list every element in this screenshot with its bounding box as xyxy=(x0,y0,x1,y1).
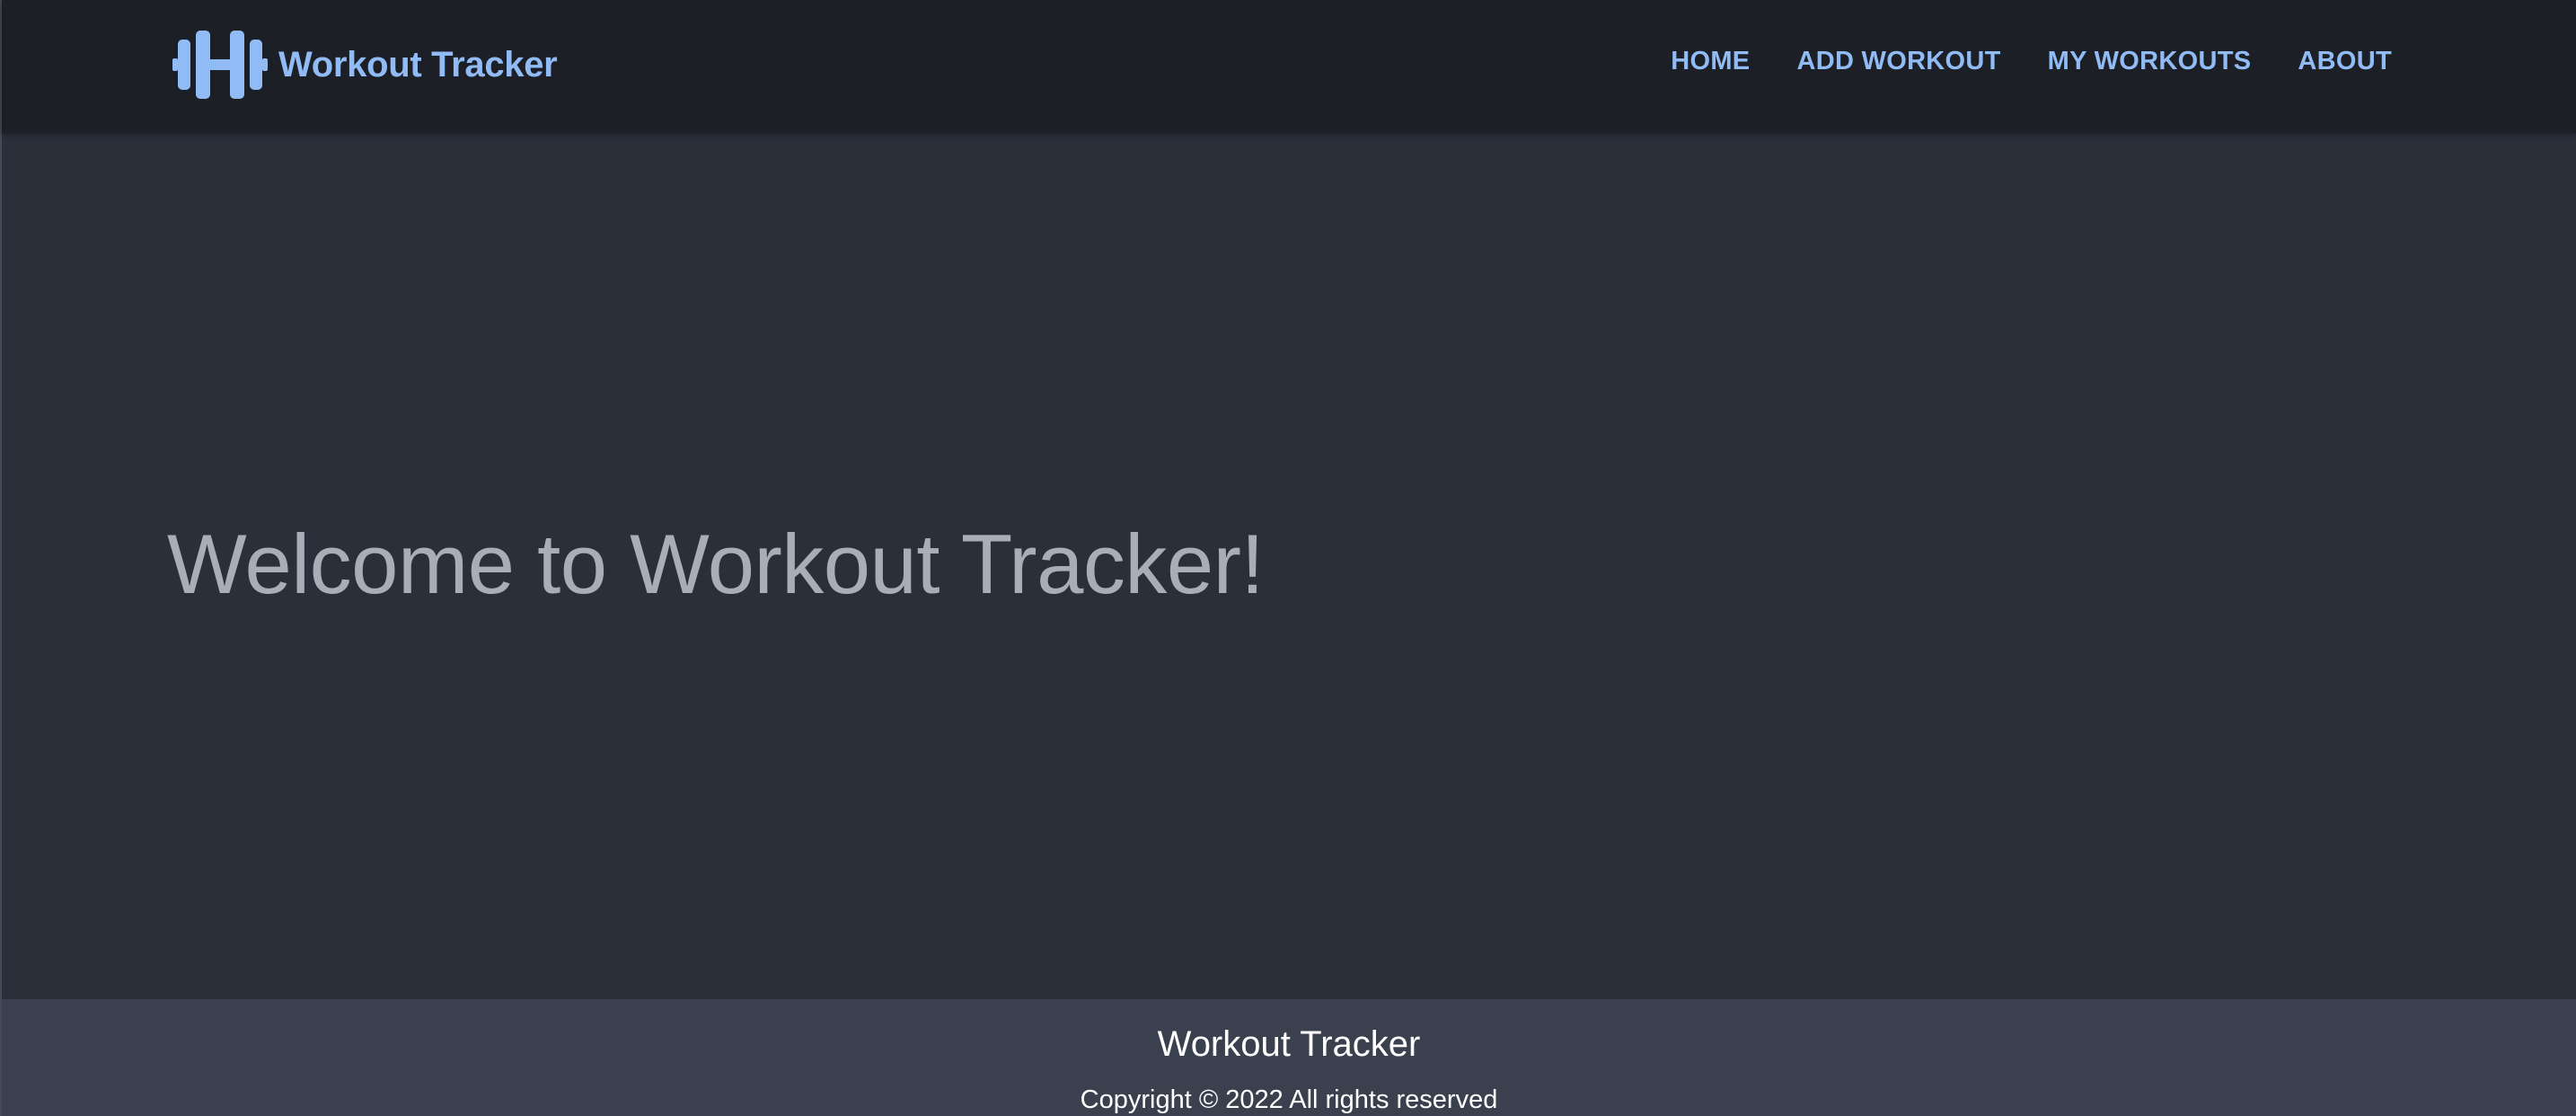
hero-title: Welcome to Workout Tracker! xyxy=(167,517,1265,611)
footer-title: Workout Tracker xyxy=(1157,1024,1421,1064)
nav-link-about[interactable]: ABOUT xyxy=(2298,47,2392,75)
navbar: Workout Tracker HOME ADD WORKOUT MY WORK… xyxy=(2,0,2576,133)
footer-copyright: Copyright © 2022 All rights reserved xyxy=(1080,1085,1498,1114)
page: Workout Tracker HOME ADD WORKOUT MY WORK… xyxy=(0,0,2576,1116)
nav-link-my-workouts[interactable]: MY WORKOUTS xyxy=(2048,47,2252,75)
footer: Workout Tracker Copyright © 2022 All rig… xyxy=(2,999,2576,1116)
nav-item-home: HOME xyxy=(1671,47,1750,76)
brand-link[interactable]: Workout Tracker xyxy=(172,31,558,99)
nav-link-add-workout[interactable]: ADD WORKOUT xyxy=(1796,47,2000,75)
nav-item-add-workout: ADD WORKOUT xyxy=(1796,47,2000,76)
hero-section: Welcome to Workout Tracker! xyxy=(2,133,2576,999)
dumbbell-icon xyxy=(172,31,268,99)
nav-links: HOME ADD WORKOUT MY WORKOUTS ABOUT xyxy=(1671,47,2392,76)
nav-item-about: ABOUT xyxy=(2298,47,2392,76)
nav-link-home[interactable]: HOME xyxy=(1671,47,1750,75)
nav-item-my-workouts: MY WORKOUTS xyxy=(2048,47,2252,76)
brand-title: Workout Tracker xyxy=(278,44,558,84)
